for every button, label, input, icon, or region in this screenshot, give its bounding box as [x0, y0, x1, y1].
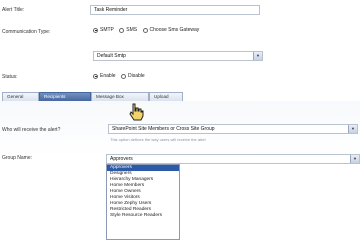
hand-cursor-icon — [129, 103, 144, 121]
radio-disable[interactable]: Disable — [120, 73, 145, 79]
radio-smtp[interactable]: SMTP — [93, 27, 114, 33]
chevron-down-icon[interactable]: ▼ — [348, 125, 357, 133]
radio-smtp-dot-icon — [93, 27, 98, 33]
recipient-question-label: Who will receive the alert? — [2, 127, 61, 133]
list-item[interactable]: Style Resource Readers — [107, 213, 179, 219]
radio-enable[interactable]: Enable — [93, 73, 116, 79]
chevron-down-icon[interactable]: ▼ — [253, 52, 262, 60]
group-name-select[interactable]: Approvers ▼ — [106, 154, 360, 164]
radio-gateway-dot-icon — [142, 27, 148, 33]
radio-sms-gateway[interactable]: Choose Sms Gateway — [142, 27, 199, 33]
radio-sms-dot-icon — [119, 27, 125, 33]
status-label: Status: — [2, 74, 18, 80]
communication-type-label: Communication Type: — [2, 29, 51, 35]
group-name-dropdown-list[interactable]: Approvers Designers Hierarchy Managers H… — [106, 164, 180, 240]
recipient-type-select[interactable]: SharePoint Site Members or Cross Site Gr… — [108, 124, 358, 134]
radio-disable-dot-icon — [120, 73, 126, 79]
alert-title-label: Alert Title: — [2, 7, 25, 13]
chevron-down-icon[interactable]: ▼ — [350, 155, 359, 163]
radio-sms[interactable]: SMS — [119, 27, 137, 33]
tab-general[interactable]: General — [2, 92, 39, 101]
tab-message-box[interactable]: Message Box — [91, 92, 149, 101]
communication-type-radio-group: SMTP SMS Choose Sms Gateway — [93, 27, 203, 35]
group-name-label: Group Name: — [2, 155, 33, 161]
radio-enable-dot-icon — [93, 73, 98, 79]
tab-upload[interactable]: Upload — [149, 92, 183, 101]
status-radio-group: Enable Disable — [93, 73, 149, 81]
gateway-select[interactable]: Default Smtp ▼ — [93, 51, 263, 61]
alert-title-input[interactable]: Task Reminder — [90, 5, 260, 15]
tab-recipients[interactable]: Recipients — [39, 92, 91, 101]
recipient-hint: This option defines the way users will r… — [110, 137, 206, 142]
recipients-panel — [0, 101, 360, 240]
